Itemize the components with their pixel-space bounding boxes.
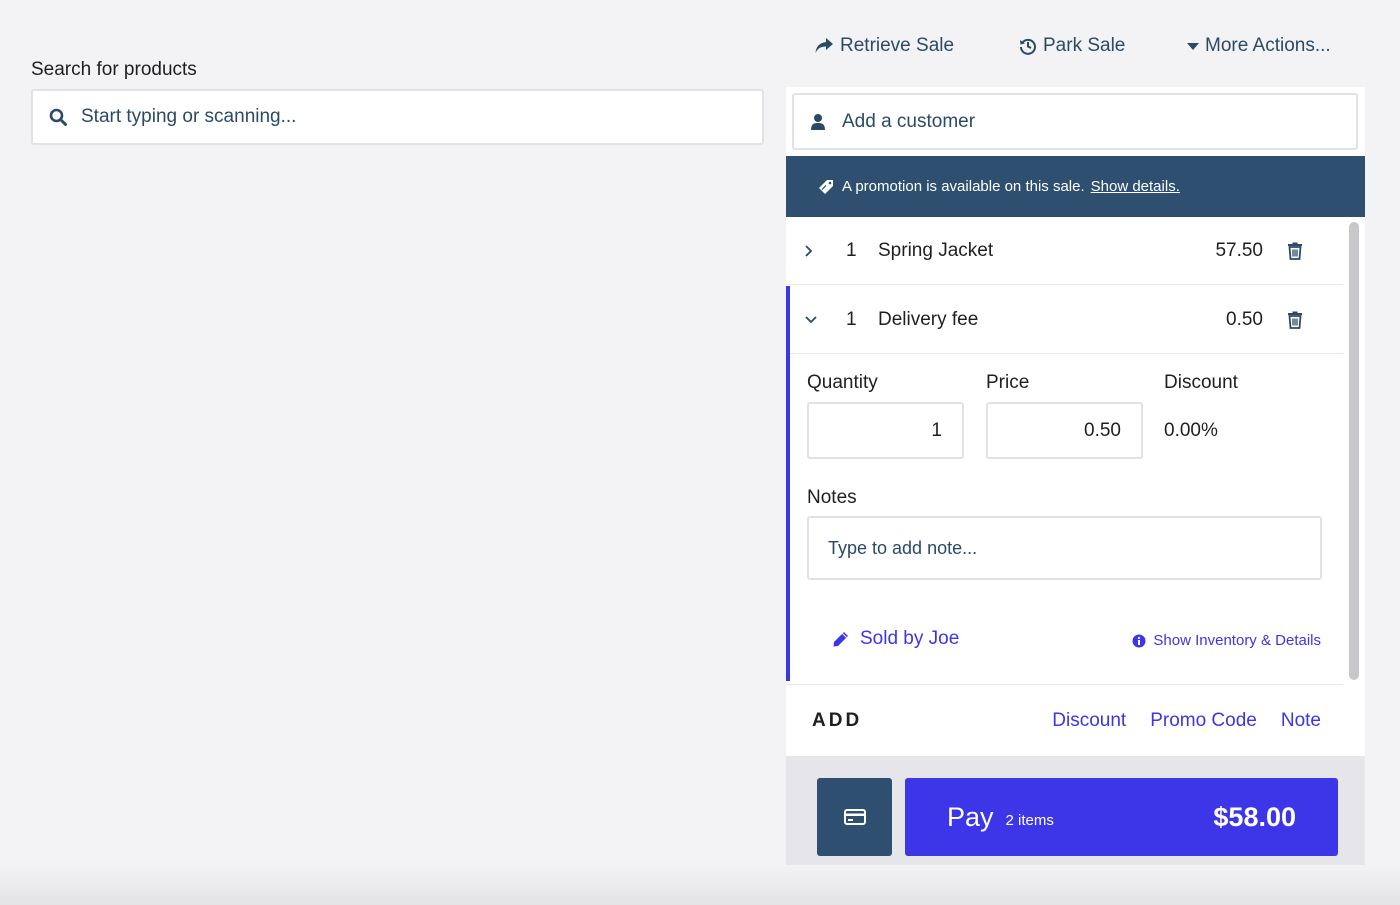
pay-total: $58.00 <box>1213 801 1296 832</box>
line-item-spring-jacket[interactable]: 1 Spring Jacket 57.50 <box>786 217 1343 285</box>
share-arrow-icon <box>815 38 833 53</box>
notes-label: Notes <box>807 487 857 508</box>
quantity-label: Quantity <box>807 372 878 393</box>
tag-icon <box>819 179 833 194</box>
line-item-delivery-fee[interactable]: 1 Delivery fee 0.50 <box>786 286 1343 354</box>
quantity-input[interactable] <box>807 402 964 459</box>
line-item-qty: 1 <box>846 239 857 261</box>
card-payment-button[interactable] <box>817 778 892 856</box>
park-sale-button[interactable]: Park Sale <box>1019 32 1125 60</box>
pay-button[interactable]: Pay 2 items $58.00 <box>905 778 1338 856</box>
info-icon <box>1132 634 1146 647</box>
bottom-fade <box>0 865 1400 905</box>
chevron-down-icon[interactable] <box>804 315 820 325</box>
more-actions-button[interactable]: More Actions... <box>1187 32 1331 60</box>
search-box[interactable] <box>31 89 764 145</box>
sold-by-button[interactable]: Sold by Joe <box>832 628 959 650</box>
retrieve-sale-label: Retrieve Sale <box>840 35 955 56</box>
discount-value: 0.00% <box>1164 420 1218 441</box>
pay-item-count: 2 items <box>1005 811 1054 829</box>
pay-area: Pay 2 items $58.00 <box>786 756 1365 878</box>
line-item-price: 0.50 <box>1226 308 1263 330</box>
scrollbar[interactable] <box>1349 222 1359 680</box>
show-details-link[interactable]: Show details. <box>1091 178 1180 195</box>
line-item-name: Delivery fee <box>878 308 979 330</box>
price-label: Price <box>986 372 1030 393</box>
promo-text: A promotion is available on this sale. <box>842 178 1085 195</box>
search-icon <box>49 108 67 126</box>
chevron-right-icon[interactable] <box>804 244 820 258</box>
history-icon <box>1020 38 1036 55</box>
trash-icon[interactable] <box>1287 311 1303 329</box>
show-inventory-link[interactable]: Show Inventory & Details <box>1132 632 1321 649</box>
add-row: ADD Discount Promo Code Note <box>786 684 1343 756</box>
selected-item-indicator <box>786 286 790 681</box>
credit-card-icon <box>843 809 866 825</box>
search-label: Search for products <box>31 59 197 80</box>
user-icon <box>811 113 825 130</box>
more-actions-label: More Actions... <box>1205 35 1331 56</box>
line-item-name: Spring Jacket <box>878 239 994 261</box>
search-input[interactable] <box>81 106 721 128</box>
add-promo-code-link[interactable]: Promo Code <box>1150 710 1257 732</box>
sale-panel: A promotion is available on this sale. S… <box>786 87 1365 878</box>
trash-icon[interactable] <box>1287 242 1303 260</box>
add-note-link[interactable]: Note <box>1281 710 1321 732</box>
customer-box[interactable] <box>792 93 1358 150</box>
line-item-qty: 1 <box>846 308 857 330</box>
pencil-icon <box>833 632 848 647</box>
add-discount-link[interactable]: Discount <box>1052 710 1126 732</box>
park-sale-label: Park Sale <box>1043 35 1126 56</box>
promo-banner: A promotion is available on this sale. S… <box>786 156 1365 217</box>
price-input[interactable] <box>986 402 1143 459</box>
sold-by-label: Sold by Joe <box>860 628 960 649</box>
pay-label: Pay <box>947 801 994 832</box>
caret-down-icon <box>1187 43 1199 50</box>
discount-label: Discount <box>1164 372 1238 393</box>
line-item-price: 57.50 <box>1215 239 1263 261</box>
retrieve-sale-button[interactable]: Retrieve Sale <box>814 32 954 60</box>
add-label: ADD <box>812 709 863 731</box>
customer-input[interactable] <box>842 110 1322 133</box>
show-inventory-label: Show Inventory & Details <box>1153 632 1321 649</box>
notes-input[interactable] <box>807 516 1322 580</box>
